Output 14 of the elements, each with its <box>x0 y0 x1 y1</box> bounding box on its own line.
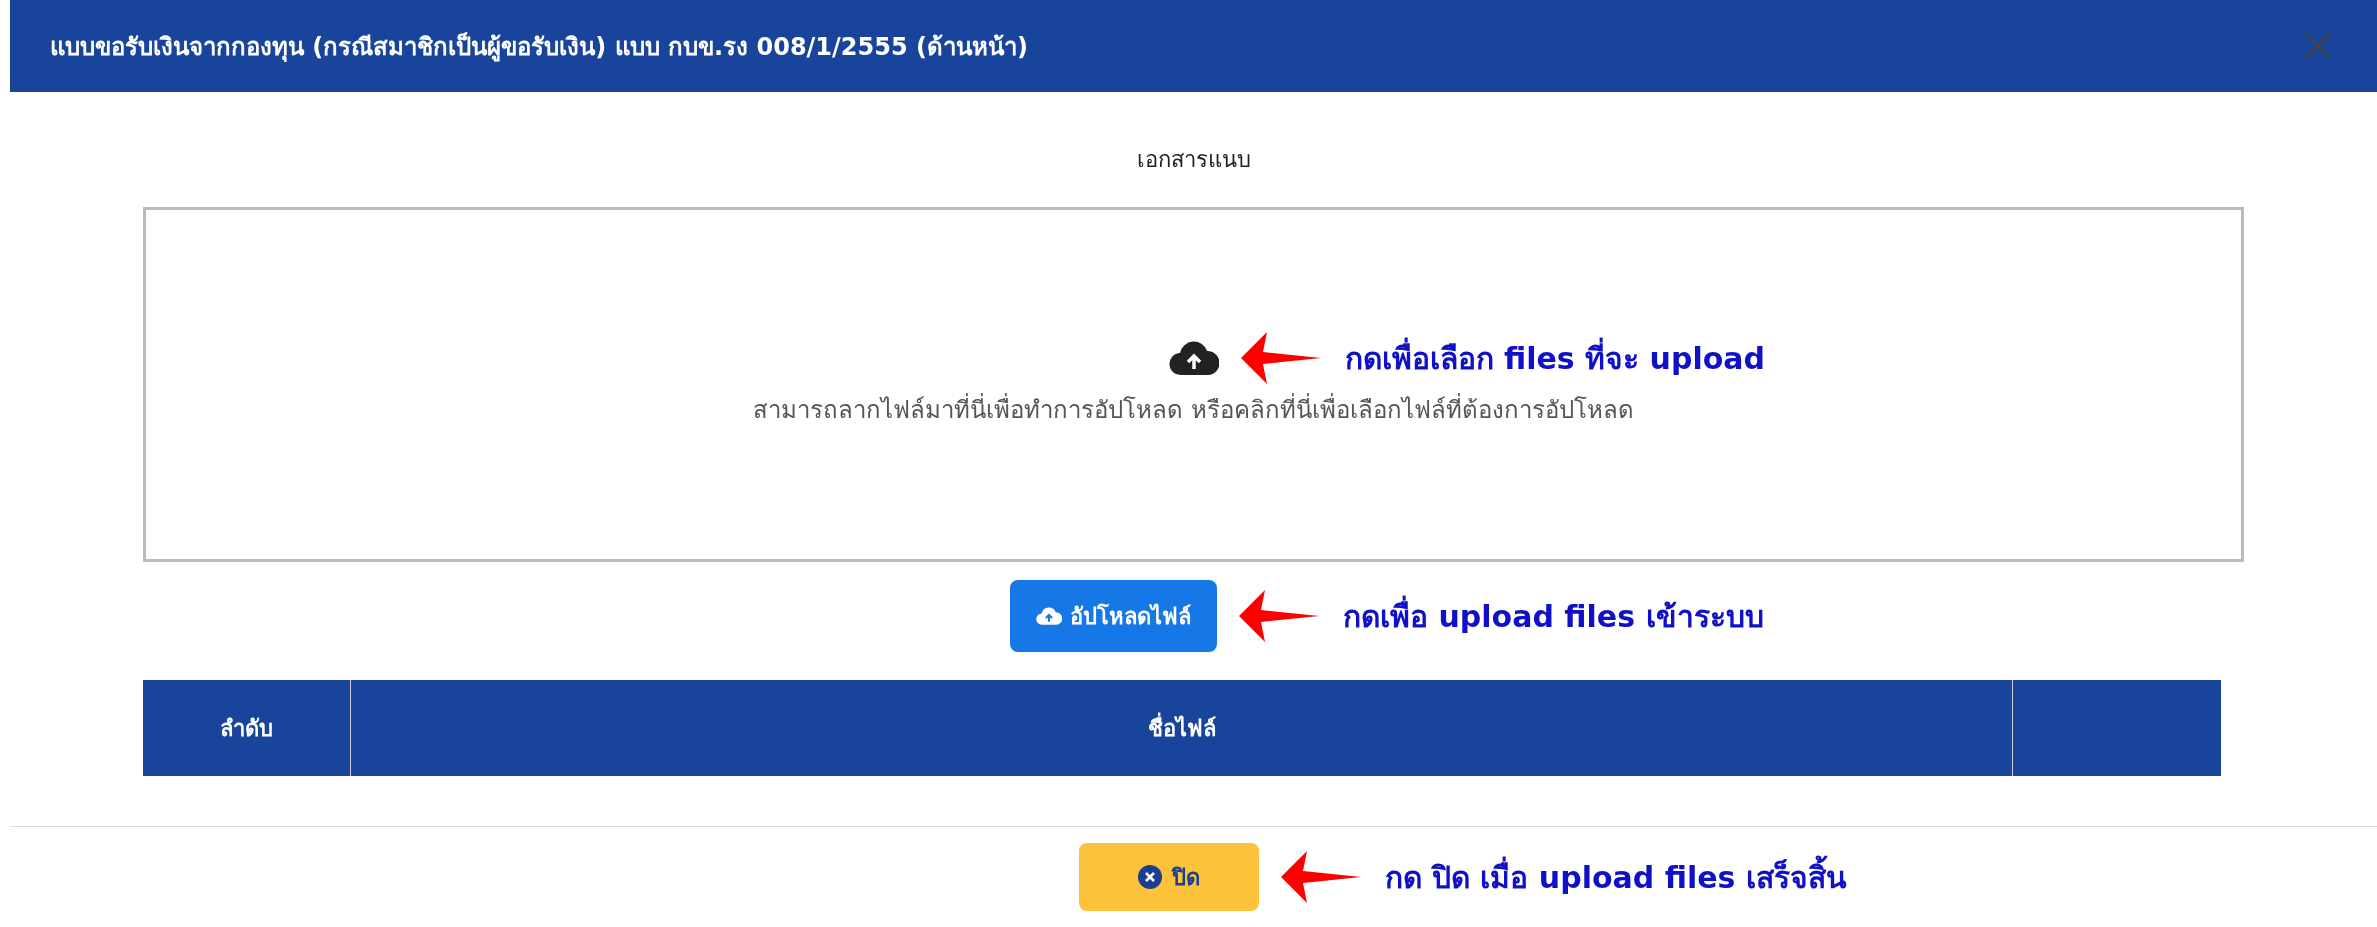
dropzone[interactable]: กดเพื่อเลือก files ที่จะ upload สามารถลากไฟล์มาที่นี่เพื่อทำการอัปโหลด หรือคลิกที่นี่เพื่อเลือกไฟล์ที่ต้องการอัปโหลด <box>143 207 2244 562</box>
column-header: ลำดับ <box>143 680 351 776</box>
dialog-title: แบบขอรับเงินจากกองทุน (กรณีสมาชิกเป็นผู้ขอรับเงิน) แบบ กบข.รง 008/1/2555 (ด้านหน้า) <box>50 31 1028 64</box>
upload-button[interactable]: อัปโหลดไฟล์ <box>1010 580 1217 652</box>
dropzone-text: สามารถลากไฟล์มาที่นี่เพื่อทำการอัปโหลด หรือคลิกที่นี่เพื่อเลือกไฟล์ที่ต้องการอัปโหลด <box>753 390 1634 429</box>
upload-cloud-icon <box>1036 606 1062 626</box>
annotation-text: กดเพื่อ upload files เข้าระบบ <box>1343 592 1764 640</box>
close-button[interactable]: ปิด <box>1078 843 1259 911</box>
annotation-text: กดเพื่อเลือก files ที่จะ upload <box>1344 334 1765 382</box>
column-header: ชื่อไฟล์ <box>351 680 2013 776</box>
section-heading: เอกสารแนบ <box>1135 146 1252 174</box>
close-circle-icon <box>1137 865 1162 889</box>
upload-cloud-icon <box>1168 340 1219 376</box>
annotation-text: กด ปิด เมื่อ upload files เสร็จสิ้น <box>1384 853 1847 901</box>
